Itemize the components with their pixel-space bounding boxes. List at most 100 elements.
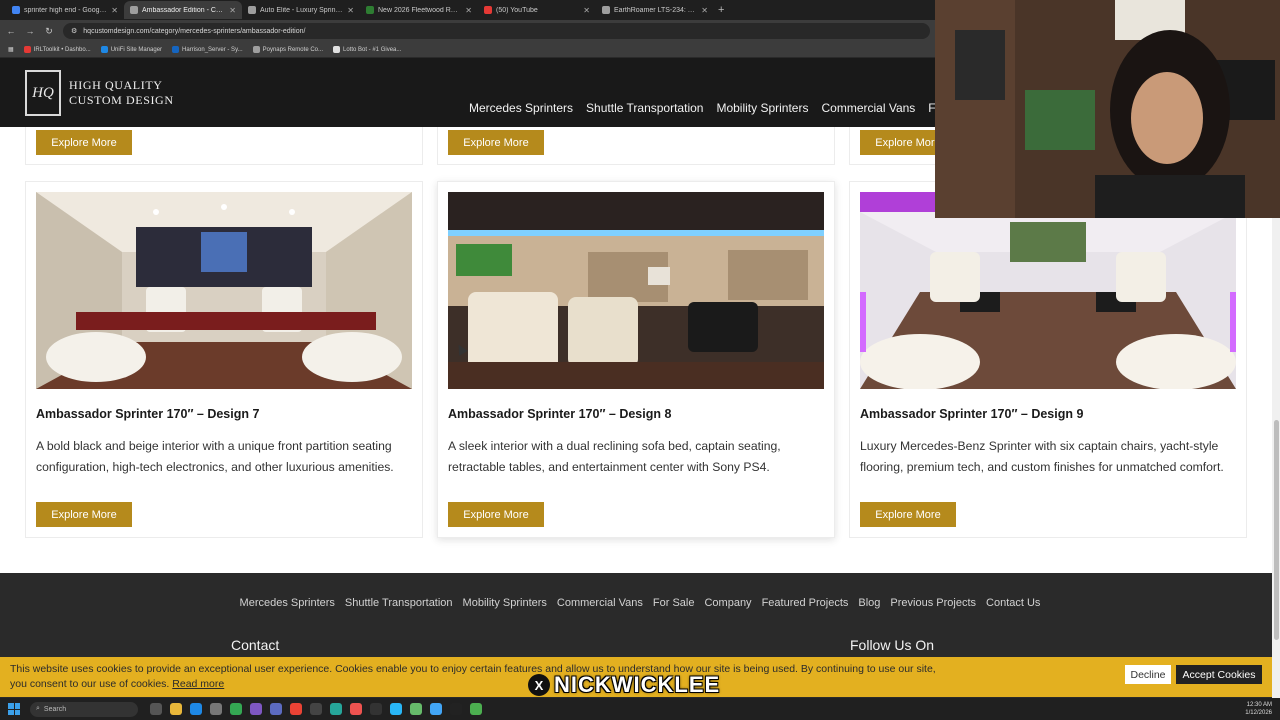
card-description: A bold black and beige interior with a u…: [36, 439, 394, 474]
card-title[interactable]: Ambassador Sprinter 170″ – Design 9: [860, 407, 1083, 421]
bookmark-favicon-icon: [172, 46, 180, 53]
app-icon[interactable]: [370, 703, 382, 715]
site-logo[interactable]: HQ HIGH QUALITY CUSTOM DESIGN: [25, 70, 174, 116]
search-icon: ⌕: [36, 705, 40, 712]
stream-watermark: X NICKWICKLEE: [528, 672, 720, 698]
url-text: hqcustomdesign.com/category/mercedes-spr…: [83, 27, 306, 35]
browser-tab[interactable]: (50) YouTube ✕: [478, 1, 596, 19]
bookmark-item[interactable]: Harrison_Server - Sy...: [172, 46, 243, 53]
card-title[interactable]: Ambassador Sprinter 170″ – Design 7: [36, 407, 259, 421]
app-icon[interactable]: [450, 703, 462, 715]
close-icon[interactable]: ✕: [111, 6, 118, 15]
browser-tab-active[interactable]: Ambassador Edition - Custom✕: [124, 1, 242, 19]
new-tab-icon[interactable]: +: [718, 4, 724, 16]
explore-more-button[interactable]: Explore More: [448, 130, 544, 155]
footer-link[interactable]: Previous Projects: [890, 597, 976, 609]
windows-start-icon[interactable]: [8, 703, 20, 715]
url-input[interactable]: ⚙ hqcustomdesign.com/category/mercedes-s…: [63, 23, 930, 39]
explore-more-button[interactable]: Explore More: [36, 130, 132, 155]
explore-more-button[interactable]: Explore More: [448, 502, 544, 527]
close-icon[interactable]: ✕: [465, 6, 472, 15]
forward-icon[interactable]: →: [25, 26, 35, 36]
app-icon[interactable]: [270, 703, 282, 715]
app-icon[interactable]: [390, 703, 402, 715]
taskbar-search[interactable]: ⌕ Search: [30, 701, 138, 717]
app-icon[interactable]: [310, 703, 322, 715]
footer-link[interactable]: Company: [704, 597, 751, 609]
tab-favicon-icon: [484, 6, 492, 14]
footer-link[interactable]: Mercedes Sprinters: [240, 597, 335, 609]
bookmark-favicon-icon: [100, 46, 108, 53]
site-info-icon[interactable]: ⚙: [71, 27, 77, 35]
footer-link[interactable]: Blog: [858, 597, 880, 609]
tab-favicon-icon: [248, 6, 256, 14]
close-icon[interactable]: ✕: [229, 6, 236, 15]
bookmark-item[interactable]: Poynaps Remote Co...: [252, 46, 323, 53]
edge-icon[interactable]: [190, 703, 202, 715]
follow-heading: Follow Us On: [850, 637, 935, 653]
browser-tab[interactable]: sprinter high end - Google Sear✕: [6, 1, 124, 19]
x-logo-icon: X: [528, 674, 550, 696]
bookmark-item[interactable]: UniFi Site Manager: [100, 46, 162, 53]
close-icon[interactable]: ✕: [701, 6, 708, 15]
contact-heading: Contact: [231, 637, 280, 653]
apps-icon[interactable]: ▦: [8, 46, 14, 53]
chrome-icon[interactable]: [290, 703, 302, 715]
card-title[interactable]: Ambassador Sprinter 170″ – Design 8: [448, 407, 671, 421]
product-card-design-7: Ambassador Sprinter 170″ – Design 7 A bo…: [25, 181, 423, 538]
footer-link[interactable]: Mobility Sprinters: [463, 597, 547, 609]
footer-link[interactable]: Featured Projects: [762, 597, 849, 609]
bookmark-favicon-icon: [333, 46, 340, 53]
footer-link[interactable]: Shuttle Transportation: [345, 597, 453, 609]
app-icon[interactable]: [350, 703, 362, 715]
taskbar-apps: [150, 703, 482, 715]
browser-tab[interactable]: EarthRoamer LTS-234: Travel Ch✕: [596, 1, 714, 19]
chrome-icon[interactable]: [230, 703, 242, 715]
reload-icon[interactable]: ↻: [44, 26, 54, 37]
taskbar-clock[interactable]: 12:30 AM 1/12/2026: [1245, 701, 1272, 717]
footer-nav: Mercedes Sprinters Shuttle Transportatio…: [0, 597, 1280, 609]
windows-taskbar: ⌕ Search 12:30 AM 1/12/2026: [0, 698, 1280, 720]
tab-favicon-icon: [602, 6, 610, 14]
store-icon[interactable]: [210, 703, 222, 715]
browser-tab[interactable]: Auto Elite - Luxury Sprinter Van✕: [242, 1, 360, 19]
card-description: A sleek interior with a dual reclining s…: [448, 439, 781, 474]
bookmark-item[interactable]: Lotto Bot - #1 Givea...: [333, 46, 401, 53]
close-icon[interactable]: ✕: [347, 6, 354, 15]
van-interior-image[interactable]: [36, 192, 412, 389]
product-card-design-8: Ambassador Sprinter 170″ – Design 8 A sl…: [437, 181, 835, 538]
decline-button[interactable]: Decline: [1125, 665, 1171, 684]
bookmark-favicon-icon: [252, 46, 260, 53]
van-interior-image[interactable]: [448, 192, 824, 389]
tab-favicon-icon: [12, 6, 20, 14]
footer-link[interactable]: Commercial Vans: [557, 597, 643, 609]
nav-commercial-vans[interactable]: Commercial Vans: [821, 101, 915, 115]
browser-tab[interactable]: New 2026 Fleetwood RV Fortis✕: [360, 1, 478, 19]
close-icon[interactable]: ✕: [583, 6, 590, 15]
app-icon[interactable]: [330, 703, 342, 715]
explore-more-button[interactable]: Explore More: [36, 502, 132, 527]
card-description: Luxury Mercedes-Benz Sprinter with six c…: [860, 439, 1224, 474]
footer-link[interactable]: Contact Us: [986, 597, 1040, 609]
back-icon[interactable]: ←: [6, 26, 16, 36]
app-icon[interactable]: [470, 703, 482, 715]
accept-cookies-button[interactable]: Accept Cookies: [1176, 665, 1262, 684]
explore-more-button[interactable]: Explore More: [860, 502, 956, 527]
app-icon[interactable]: [250, 703, 262, 715]
webcam-overlay-image: [935, 0, 1280, 218]
app-icon[interactable]: [430, 703, 442, 715]
app-icon[interactable]: [410, 703, 422, 715]
scrollbar-thumb[interactable]: [1274, 420, 1279, 640]
file-explorer-icon[interactable]: [170, 703, 182, 715]
footer-link[interactable]: For Sale: [653, 597, 695, 609]
product-card-design-9: Ambassador Sprinter 170″ – Design 9 Luxu…: [849, 181, 1247, 538]
read-more-link[interactable]: Read more: [172, 678, 224, 690]
van-interior-image[interactable]: [860, 192, 1236, 389]
tab-favicon-icon: [130, 6, 138, 14]
logo-mark: HQ: [25, 70, 61, 116]
task-view-icon[interactable]: [150, 703, 162, 715]
nav-shuttle-transportation[interactable]: Shuttle Transportation: [586, 101, 703, 115]
nav-mobility-sprinters[interactable]: Mobility Sprinters: [716, 101, 808, 115]
nav-mercedes-sprinters[interactable]: Mercedes Sprinters: [469, 101, 573, 115]
bookmark-item[interactable]: IRLToolkit • Dashbo...: [23, 46, 91, 53]
